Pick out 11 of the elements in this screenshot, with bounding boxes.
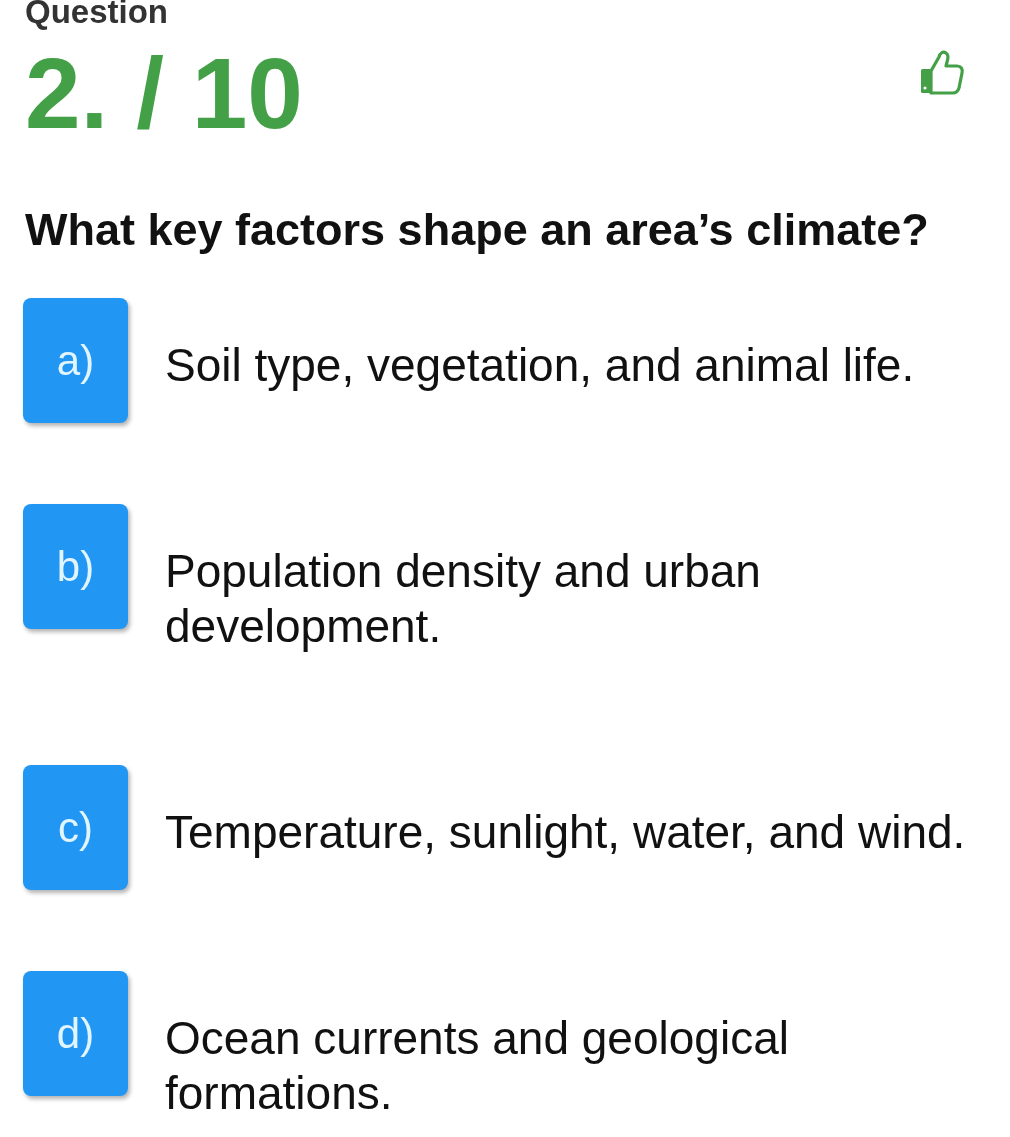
- answer-text: Soil type, vegetation, and animal life.: [165, 338, 915, 393]
- question-counter: 2. / 10: [25, 43, 303, 143]
- question-text: What key factors shape an area’s climate?: [25, 204, 930, 256]
- answer-text: Population density and urban development.: [165, 544, 762, 654]
- answer-option-button[interactable]: b): [23, 504, 128, 629]
- answer-text: Ocean currents and geological formations.: [165, 1011, 790, 1121]
- answer-text: Temperature, sunlight, water, and wind.: [165, 805, 966, 860]
- answer-option-button[interactable]: a): [23, 298, 128, 423]
- thumbs-up-icon[interactable]: [919, 49, 965, 97]
- answer-option-button[interactable]: c): [23, 765, 128, 890]
- answer-option-button[interactable]: d): [23, 971, 128, 1096]
